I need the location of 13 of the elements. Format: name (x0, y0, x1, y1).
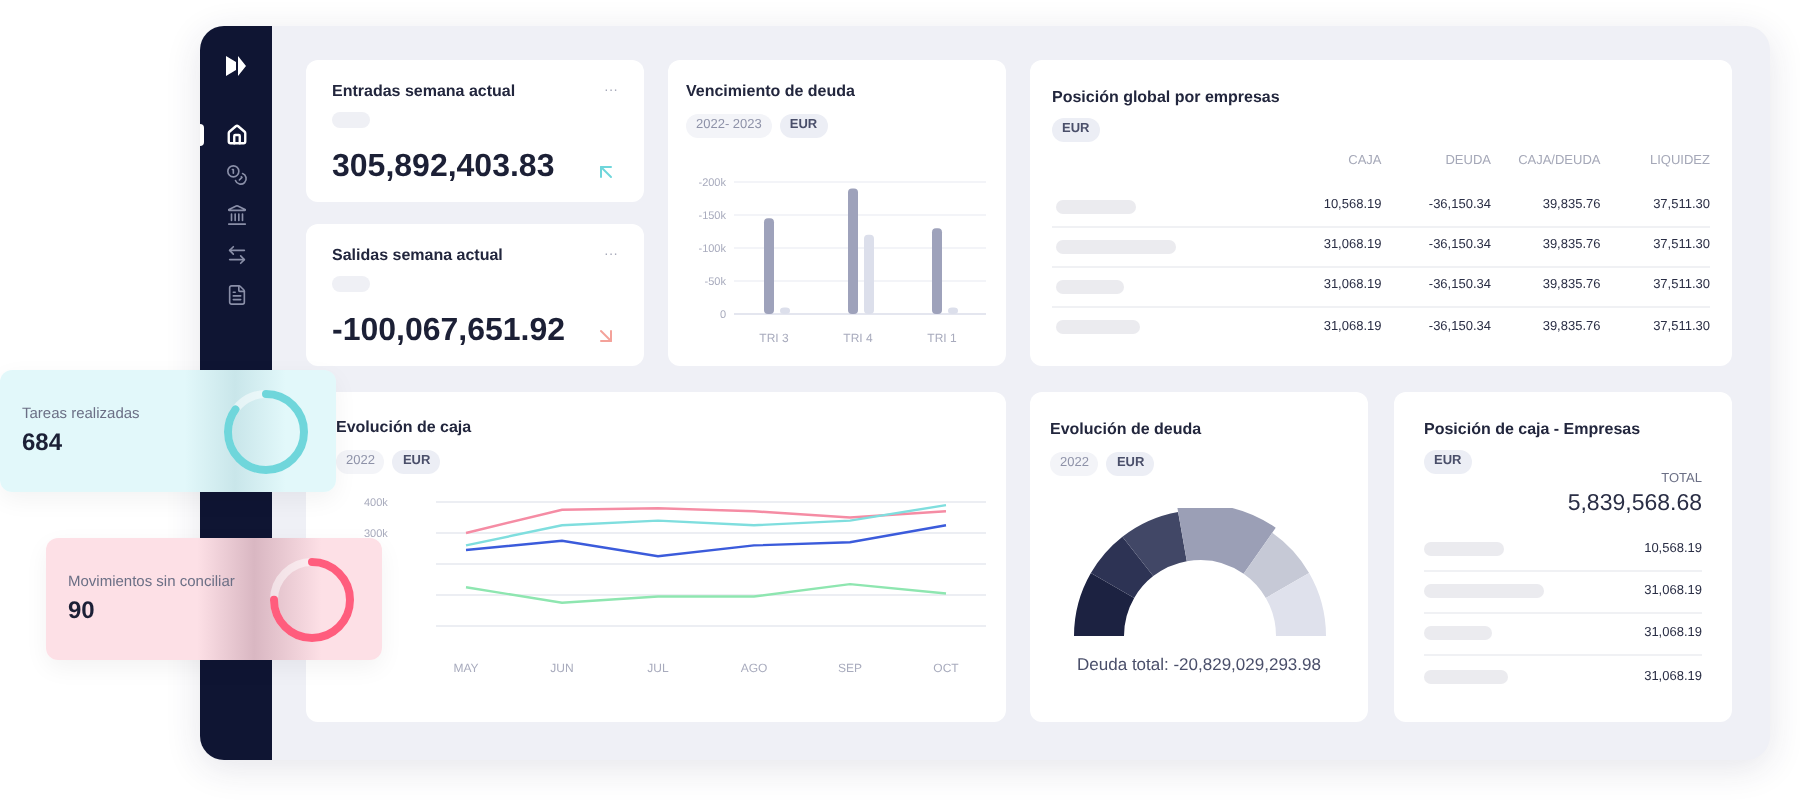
kpi-value: -100,067,651.92 (332, 316, 566, 348)
card-title: Evolución de caja (336, 416, 474, 440)
card-title: Posición de caja - Empresas (1424, 418, 1643, 442)
debt-total: Deuda total: -20,829,029,293.98 (1075, 651, 1323, 677)
kpi-value: 305,892,403.83 (332, 152, 555, 184)
card-title: Entradas semana actual (332, 80, 516, 104)
card-title: Posición global por empresas (1052, 86, 1282, 110)
stat-value: 90 (68, 594, 97, 629)
card-title: Salidas semana actual (332, 244, 503, 268)
total-value: 5,839,568.68 (1567, 489, 1702, 518)
stat-value: 684 (22, 426, 65, 461)
card-title: Vencimiento de deuda (686, 80, 857, 104)
card-title: Evolución de deuda (1050, 418, 1204, 442)
